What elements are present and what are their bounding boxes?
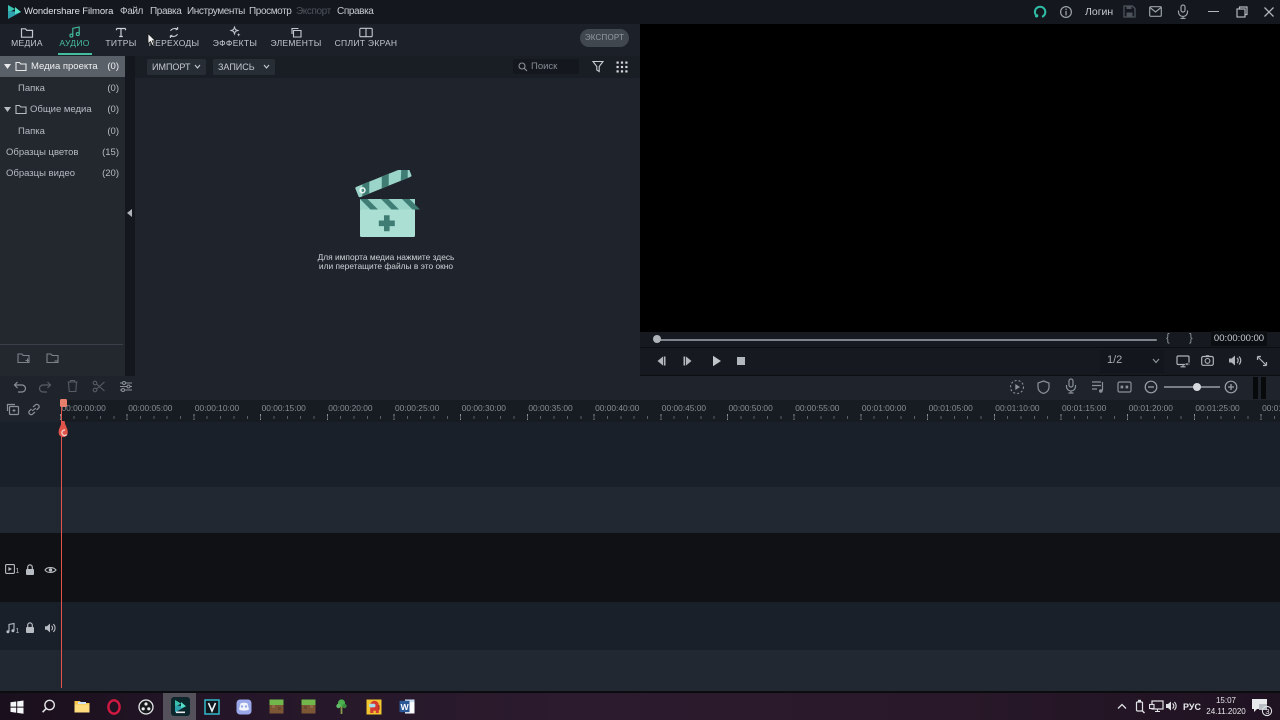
svg-text:W: W xyxy=(401,702,410,712)
svg-text:1: 1 xyxy=(16,568,20,575)
svg-text:1: 1 xyxy=(16,628,20,634)
svg-text:3: 3 xyxy=(1265,707,1269,716)
